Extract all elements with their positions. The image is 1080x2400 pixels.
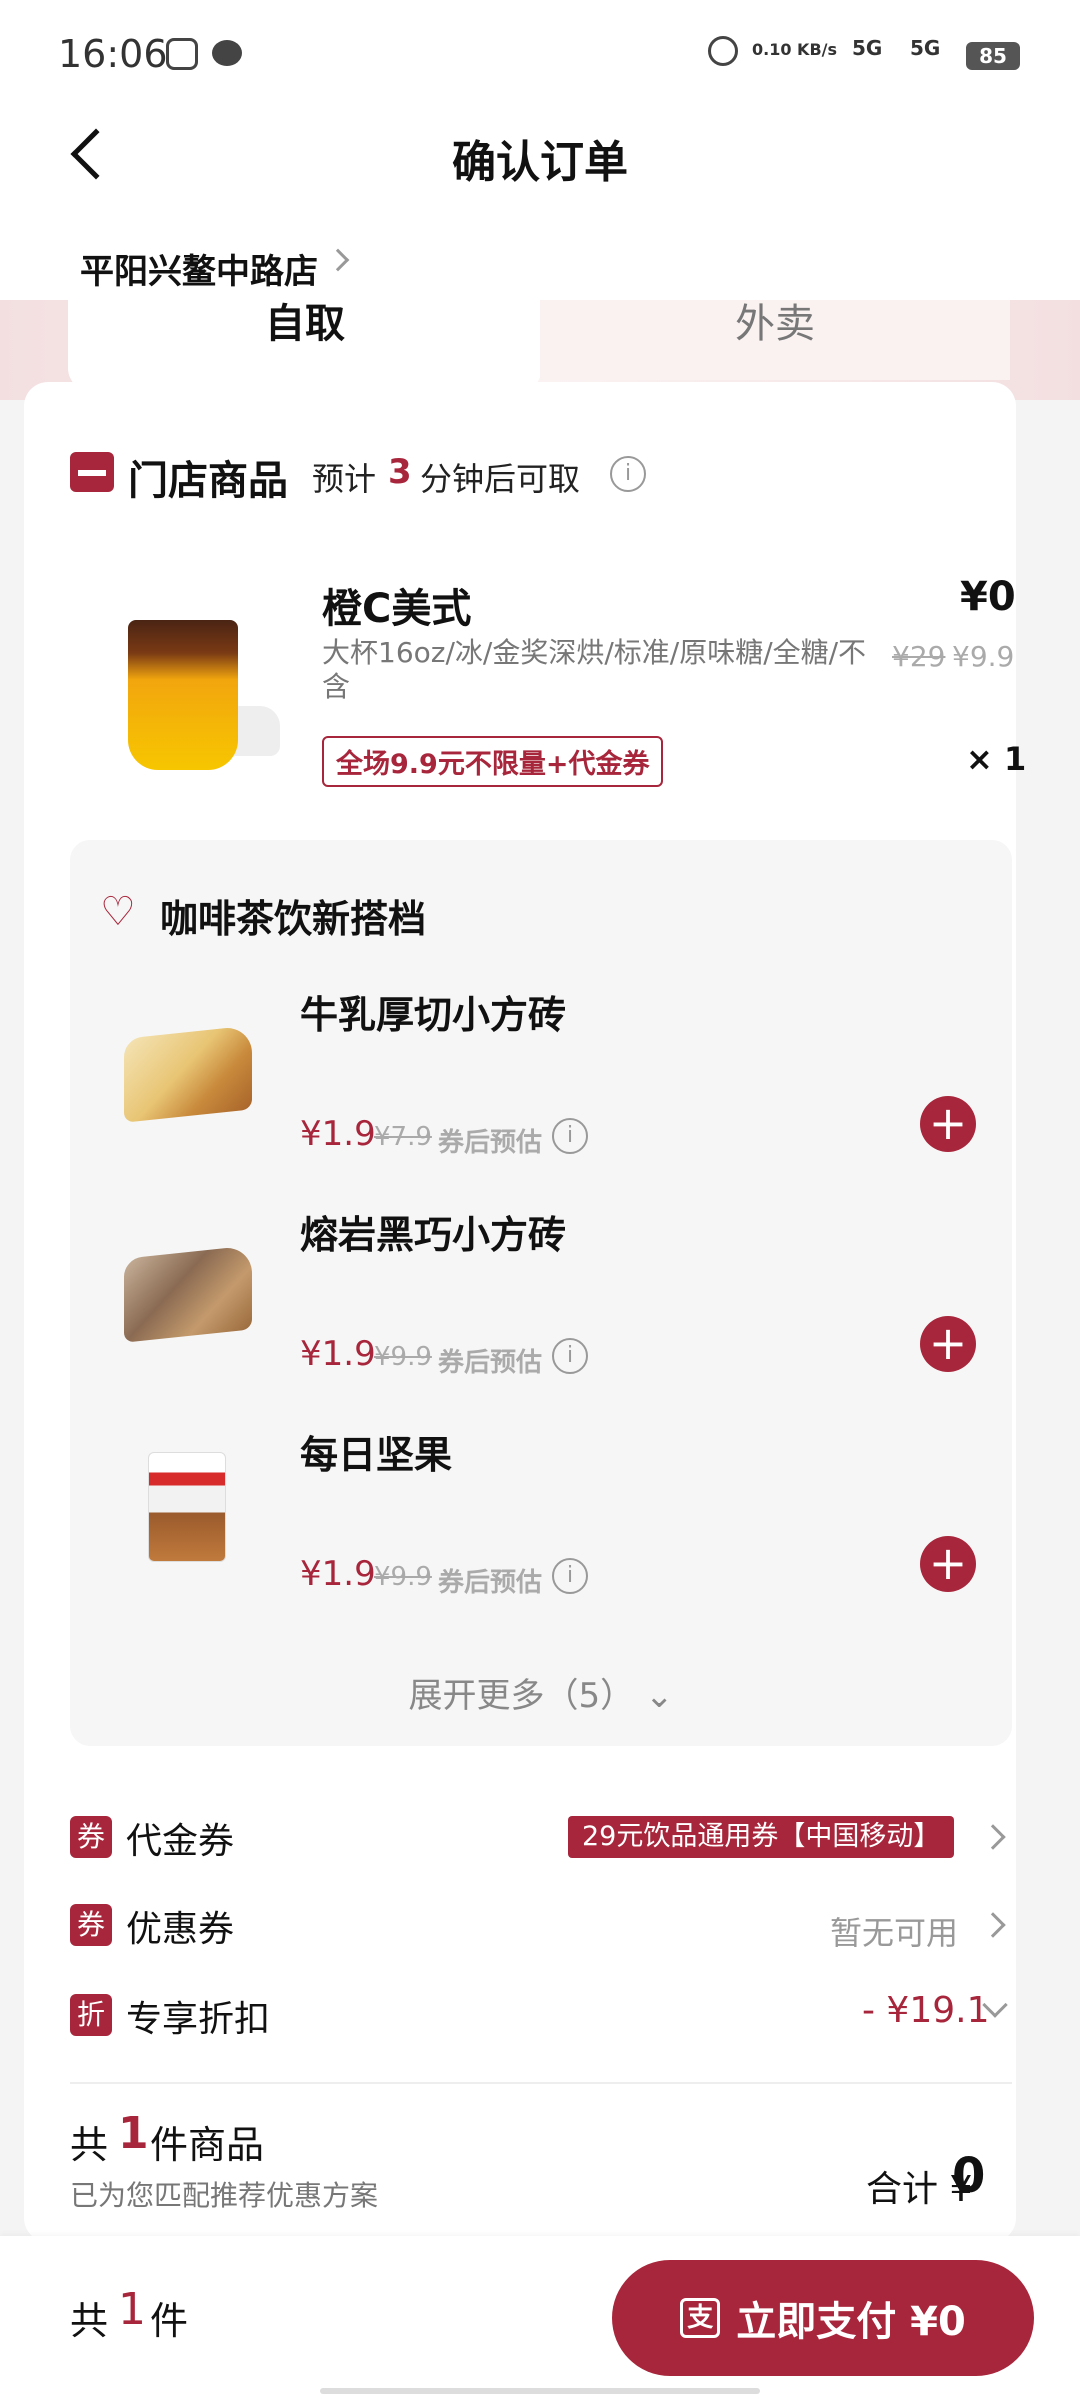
- discount-label[interactable]: 专享折扣: [126, 1990, 270, 2042]
- pay-now-button[interactable]: 支 立即支付 ¥0: [612, 2260, 1034, 2376]
- combo-item-note: 券后预估: [438, 1568, 543, 1598]
- match-note: 已为您匹配推荐优惠方案: [70, 2179, 379, 2212]
- add-item-button[interactable]: +: [920, 1316, 976, 1372]
- product-promo-price: ¥9.9: [952, 640, 1015, 673]
- expand-more-link[interactable]: 展开更多（5） ⌄: [0, 1668, 1080, 1717]
- battery-icon: 85: [966, 42, 1020, 70]
- chevron-down-icon: ⌄: [644, 1676, 674, 1716]
- discount-value: - ¥19.1: [862, 1990, 990, 2031]
- coupon-badge-icon: 券: [70, 1904, 112, 1946]
- signal-5g-1: 5G: [852, 36, 883, 60]
- pickup-suffix: 分钟后可取: [420, 460, 581, 498]
- info-icon[interactable]: i: [552, 1338, 588, 1374]
- chat-notification-icon: [212, 40, 242, 66]
- bottom-count-prefix: 共: [70, 2299, 109, 2343]
- mute-bell-icon: [708, 36, 738, 66]
- item-count-suffix: 件商品: [150, 2123, 265, 2167]
- product-quantity: × 1: [966, 740, 1027, 778]
- page-title: 确认订单: [452, 137, 628, 188]
- item-count: 1: [118, 2108, 149, 2159]
- combo-item-note: 券后预估: [438, 1128, 543, 1158]
- tab-delivery[interactable]: 外卖: [540, 300, 1010, 380]
- tab-pickup[interactable]: 自取: [68, 300, 542, 392]
- signal-5g-2: 5G: [910, 36, 941, 60]
- discount-badge-icon: 折: [70, 1994, 112, 2036]
- item-count-prefix: 共: [70, 2123, 109, 2167]
- combo-item-price: ¥1.9: [300, 1334, 376, 1374]
- info-icon[interactable]: i: [552, 1118, 588, 1154]
- product-original-price: ¥29: [892, 640, 946, 673]
- coupon-label[interactable]: 优惠券: [126, 1900, 234, 1952]
- combo-item-image: [124, 1245, 252, 1343]
- combo-item-name: 每日坚果: [300, 1433, 453, 1477]
- add-item-button[interactable]: +: [920, 1536, 976, 1592]
- status-time: 16:06: [58, 32, 168, 76]
- expand-more-label: 展开更多（5）: [408, 1676, 635, 1716]
- home-indicator[interactable]: [320, 2388, 760, 2394]
- pickup-prefix: 预计: [312, 460, 377, 498]
- info-icon[interactable]: i: [552, 1558, 588, 1594]
- store-icon: [70, 452, 114, 492]
- combo-item-image: [124, 1025, 252, 1123]
- app-notification-icon: [166, 38, 198, 70]
- combo-item-original: ¥9.9: [374, 1562, 432, 1592]
- product-name: 橙C美式: [322, 586, 472, 632]
- alipay-icon: 支: [680, 2298, 721, 2338]
- info-icon[interactable]: i: [610, 456, 646, 492]
- combo-item-note: 券后预估: [438, 1348, 543, 1378]
- bottom-count: 1: [118, 2284, 146, 2335]
- combo-item-name: 牛乳厚切小方砖: [300, 993, 567, 1037]
- pay-now-label: 立即支付 ¥0: [736, 2299, 966, 2345]
- product-description: 大杯16oz/冰/金奖深烘/标准/原味糖/全糖/不含: [322, 636, 867, 703]
- heart-icon: ♡: [100, 889, 136, 935]
- divider: [70, 2082, 1012, 2084]
- combo-item-price: ¥1.9: [300, 1114, 376, 1154]
- combo-item-original: ¥7.9: [374, 1122, 432, 1152]
- total-value: 0: [952, 2148, 986, 2204]
- promo-tag: 全场9.9元不限量+代金券: [322, 736, 664, 787]
- combo-item-original: ¥9.9: [374, 1342, 432, 1372]
- product-price: ¥0: [960, 574, 1016, 620]
- voucher-value-tag[interactable]: 29元饮品通用券【中国移动】: [568, 1816, 955, 1858]
- net-speed: 0.10 KB/s: [752, 40, 838, 59]
- bottom-count-suffix: 件: [150, 2299, 189, 2343]
- combo-item-price: ¥1.9: [300, 1554, 376, 1594]
- store-goods-title: 门店商品: [128, 458, 288, 504]
- product-image: [128, 620, 238, 770]
- combo-title: 咖啡茶饮新搭档: [160, 897, 427, 941]
- voucher-label[interactable]: 代金券: [126, 1812, 234, 1864]
- pickup-minutes: 3: [388, 452, 412, 492]
- voucher-badge-icon: 券: [70, 1816, 112, 1858]
- combo-item-image: [148, 1452, 226, 1562]
- coupon-value: 暂无可用: [830, 1914, 959, 1952]
- combo-item-name: 熔岩黑巧小方砖: [300, 1213, 567, 1257]
- store-name-link[interactable]: 平阳兴鳌中路店: [80, 244, 318, 293]
- add-item-button[interactable]: +: [920, 1096, 976, 1152]
